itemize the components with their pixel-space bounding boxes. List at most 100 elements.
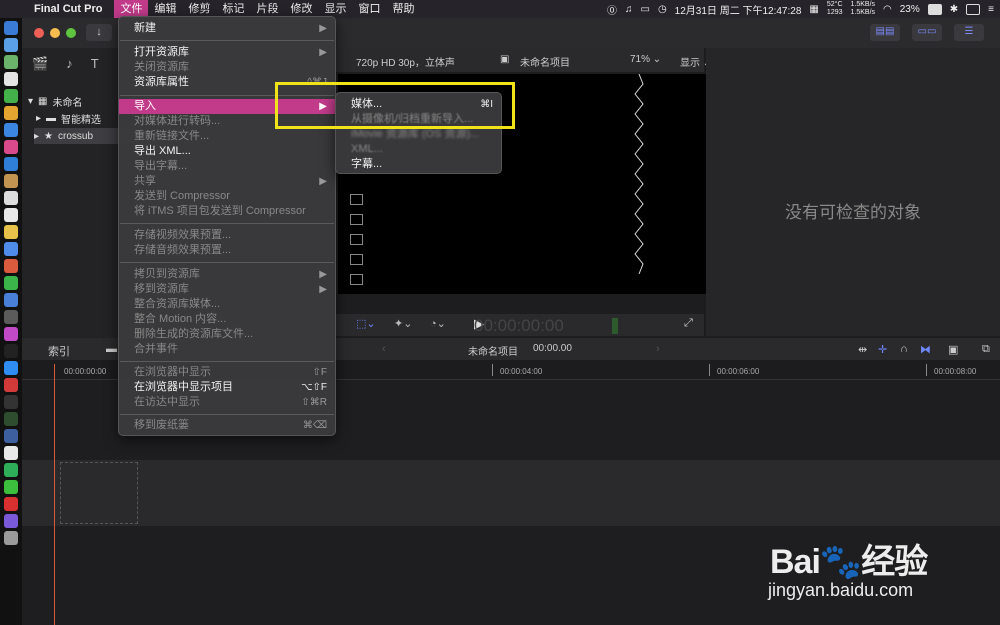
dock-app-icon[interactable]: [4, 497, 18, 511]
dock-app-icon[interactable]: [4, 225, 18, 239]
dock-app-icon[interactable]: [4, 361, 18, 375]
dock-app-icon[interactable]: [4, 514, 18, 528]
solo-icon[interactable]: ⧓: [920, 343, 931, 356]
disclosure-open-icon[interactable]: ▾: [28, 96, 33, 107]
disclosure-closed-icon[interactable]: ▸: [36, 113, 41, 124]
dock-app-icon[interactable]: [4, 446, 18, 460]
status-icon-s[interactable]: ⓪: [607, 2, 617, 17]
network-stats[interactable]: 1.5KB/s 1.5KB/s: [851, 1, 876, 17]
timeline-options-icon[interactable]: ⧉: [982, 343, 990, 356]
menu-item-reveal-project-browser[interactable]: 在浏览器中显示项目 ⌥⇧F: [119, 380, 335, 395]
dock-app-icon[interactable]: [4, 72, 18, 86]
zoom-window-button[interactable]: [66, 28, 76, 38]
dock-app-icon[interactable]: [4, 89, 18, 103]
clock-icon[interactable]: ◷: [658, 4, 667, 15]
menu-item-reveal-browser[interactable]: 在浏览器中显示 ⇧F: [119, 365, 335, 380]
menu-item-merge-events[interactable]: 合并事件: [119, 342, 335, 357]
dock-trash-icon[interactable]: [4, 531, 18, 545]
transform-icon[interactable]: ⬚⌄: [356, 317, 376, 330]
dock-app-icon[interactable]: [4, 55, 18, 69]
browser-toggle-icon[interactable]: ▤▤: [870, 24, 900, 41]
primary-storyline[interactable]: [22, 460, 1000, 526]
menu-item-relink[interactable]: 重新链接文件...: [119, 129, 335, 144]
dock-app-icon[interactable]: [4, 463, 18, 477]
menu-item-export-xml[interactable]: 导出 XML...: [119, 144, 335, 159]
datetime[interactable]: 12月31日 周二 下午12:47:28: [675, 2, 802, 17]
speed-icon[interactable]: ◔⌄: [430, 317, 446, 330]
display-icon[interactable]: ▭: [640, 4, 649, 15]
dock-app-icon[interactable]: [4, 293, 18, 307]
menu-item-save-video-preset[interactable]: 存储视频效果预置...: [119, 228, 335, 243]
dock-app-icon[interactable]: [4, 157, 18, 171]
photos-audio-icon[interactable]: ♪: [66, 56, 73, 72]
submenu-item-xml[interactable]: XML...: [336, 142, 501, 157]
skimming-icon[interactable]: ✛: [878, 343, 887, 356]
battery-text[interactable]: 23%: [900, 4, 920, 15]
dock-app-icon[interactable]: [4, 395, 18, 409]
menu-item-consolidate-motion[interactable]: 整合 Motion 内容...: [119, 312, 335, 327]
audio-skimming-icon[interactable]: ∩: [900, 343, 908, 355]
wifi-icon[interactable]: ◠: [883, 4, 892, 15]
dock-app-icon[interactable]: [4, 191, 18, 205]
cpu-stats[interactable]: 52°C 1293: [827, 1, 843, 17]
dock-app-icon[interactable]: [4, 378, 18, 392]
music-icon[interactable]: ♫: [625, 4, 633, 15]
empty-clip-placeholder[interactable]: [60, 462, 138, 524]
menu-help[interactable]: 帮助: [386, 0, 420, 18]
dock-app-icon[interactable]: [4, 310, 18, 324]
dock-app-icon[interactable]: [4, 208, 18, 222]
menu-item-send-compressor[interactable]: 发送到 Compressor: [119, 189, 335, 204]
dock-app-icon[interactable]: [4, 21, 18, 35]
menu-item-copy-to-library[interactable]: 拷贝到资源库 ▶: [119, 267, 335, 282]
fullscreen-icon[interactable]: ⤢: [684, 317, 693, 330]
playhead[interactable]: [54, 364, 55, 625]
dock-app-icon[interactable]: [4, 38, 18, 52]
enhance-wand-icon[interactable]: ✦⌄: [394, 317, 412, 330]
submenu-item-captions[interactable]: 字幕...: [336, 157, 501, 172]
dock-app-icon[interactable]: [4, 242, 18, 256]
close-window-button[interactable]: [34, 28, 44, 38]
clip-view-icon[interactable]: ▣: [948, 343, 958, 356]
library-row[interactable]: ▾ ▦ 未命名: [28, 94, 82, 109]
titles-generators-icon[interactable]: T: [91, 56, 99, 72]
bluetooth-icon[interactable]: ✱: [950, 4, 958, 15]
control-center-icon[interactable]: [966, 3, 981, 15]
disclosure-closed-icon[interactable]: ▸: [34, 131, 39, 142]
dock-app-icon[interactable]: [4, 480, 18, 494]
minimize-window-button[interactable]: [50, 28, 60, 38]
smart-collections-row[interactable]: ▸ ▬ 智能精选: [36, 111, 101, 126]
zoom-popup[interactable]: 71% ⌄: [630, 54, 661, 65]
menu-list-icon[interactable]: ≡: [988, 4, 994, 15]
menu-item-save-audio-preset[interactable]: 存储音频效果预置...: [119, 243, 335, 258]
menu-item-close-library[interactable]: 关闭资源库: [119, 60, 335, 75]
dock-app-icon[interactable]: [4, 429, 18, 443]
dock-app-icon[interactable]: [4, 327, 18, 341]
submenu-item-imovie-library[interactable]: iMovie 资源库 (OS 资源)...: [336, 127, 501, 142]
menu-item-new[interactable]: 新建 ▶: [119, 21, 335, 36]
snapping-icon[interactable]: ⇹: [858, 343, 867, 356]
event-row[interactable]: ▸ ★ crossub: [34, 128, 130, 144]
dock-app-icon[interactable]: [4, 106, 18, 120]
grid-icon[interactable]: ▦: [809, 4, 818, 15]
dock-app-icon[interactable]: [4, 123, 18, 137]
dock-app-icon[interactable]: [4, 276, 18, 290]
timeline-toggle-icon[interactable]: ▭▭: [912, 24, 942, 41]
menu-item-open-library[interactable]: 打开资源库 ▶: [119, 45, 335, 60]
dock-app-icon[interactable]: [4, 344, 18, 358]
menu-item-share[interactable]: 共享 ▶: [119, 174, 335, 189]
menu-item-export-captions[interactable]: 导出字幕...: [119, 159, 335, 174]
menu-item-delete-generated[interactable]: 删除生成的资源库文件...: [119, 327, 335, 342]
index-tab[interactable]: 索引: [48, 343, 70, 359]
history-forward-icon[interactable]: ›: [656, 343, 660, 355]
app-menu[interactable]: Final Cut Pro: [34, 3, 102, 15]
history-back-icon[interactable]: ‹: [382, 343, 386, 355]
dock-app-icon[interactable]: [4, 259, 18, 273]
menu-item-reveal-finder[interactable]: 在访达中显示 ⇧⌘R: [119, 395, 335, 410]
import-download-icon[interactable]: ↓: [86, 24, 112, 41]
dock-app-icon[interactable]: [4, 174, 18, 188]
dock-app-icon[interactable]: [4, 412, 18, 426]
menu-item-consolidate-media[interactable]: 整合资源库媒体...: [119, 297, 335, 312]
clip-appearance-icon[interactable]: ▬: [106, 343, 117, 355]
menu-item-send-itms[interactable]: 将 iTMS 项目包发送到 Compressor: [119, 204, 335, 219]
menu-window[interactable]: 窗口: [352, 0, 386, 18]
